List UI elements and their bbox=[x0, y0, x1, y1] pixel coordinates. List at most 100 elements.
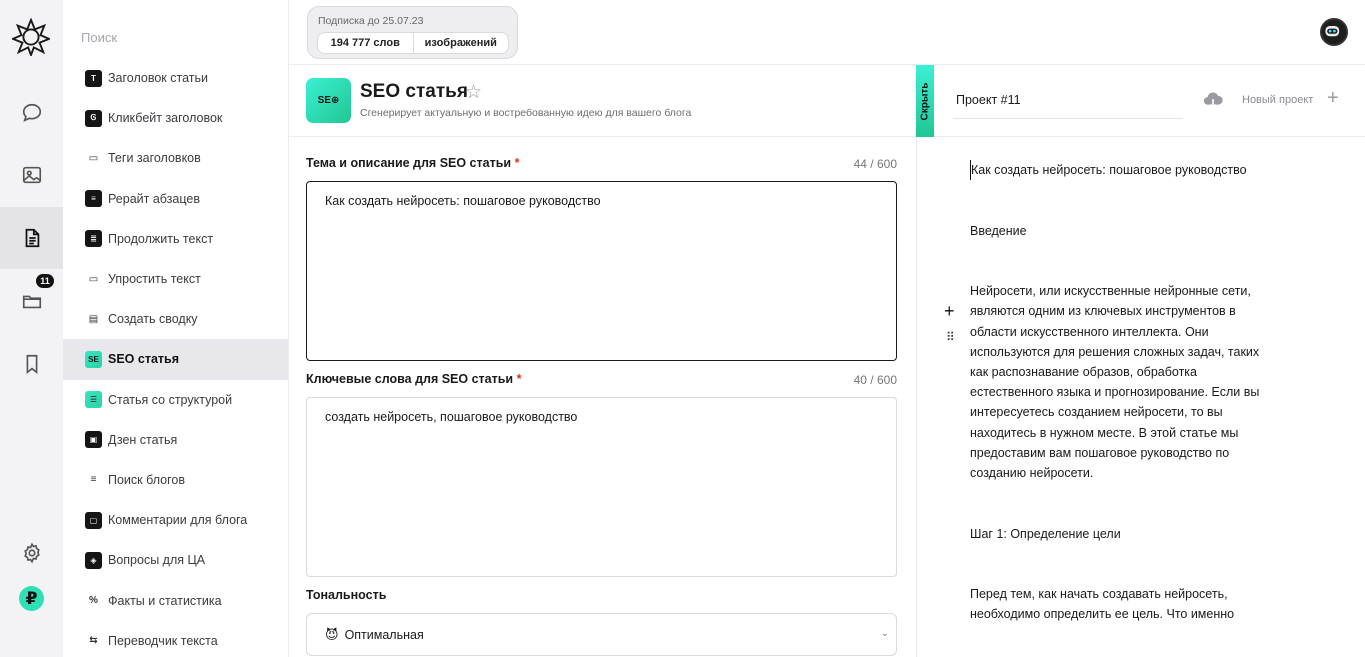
topic-label-text: Тема и описание для SEO статьи bbox=[306, 156, 512, 170]
clickbait-icon: Ꮆ bbox=[85, 109, 102, 127]
avatar[interactable] bbox=[1320, 18, 1348, 46]
drag-handle-icon[interactable]: ⠿ bbox=[946, 331, 955, 343]
images-balance: изображений bbox=[412, 33, 509, 53]
tool-dzen-article[interactable]: ▣ Дзен статья bbox=[63, 420, 288, 460]
doc-paragraph: Введение bbox=[970, 223, 1027, 238]
search-input[interactable] bbox=[81, 30, 271, 45]
topic-counter: 44 / 600 bbox=[853, 157, 897, 171]
add-block-icon[interactable]: + bbox=[944, 302, 955, 320]
divider bbox=[289, 136, 916, 137]
tool-label: SEO статья bbox=[108, 352, 179, 367]
tool-label: Продолжить текст bbox=[108, 231, 214, 246]
tool-facts-statistics[interactable]: % Факты и статистика bbox=[63, 580, 288, 620]
seo-page-icon: SE⊕ bbox=[306, 78, 351, 123]
cloud-download-icon[interactable] bbox=[1202, 89, 1224, 111]
settings-nav-button[interactable] bbox=[0, 522, 63, 584]
folder-icon bbox=[22, 295, 41, 309]
doc-paragraph: Нейросети, или искусственные нейронные с… bbox=[970, 284, 1260, 481]
words-balance: 194 777 слов bbox=[330, 37, 400, 49]
doc-paragraph: Перед тем, как начать создавать нейросет… bbox=[970, 587, 1235, 622]
continue-icon: ≣ bbox=[85, 230, 102, 248]
tags-icon: ▭ bbox=[88, 152, 99, 164]
comments-icon: ▢ bbox=[85, 511, 102, 529]
chat-nav-button[interactable] bbox=[0, 82, 63, 144]
hide-panel-button[interactable]: Скрыть bbox=[916, 65, 934, 137]
subscription-balance: 194 777 слов изображений bbox=[317, 32, 509, 54]
topic-textarea[interactable]: Как создать нейросеть: пошаговое руковод… bbox=[306, 181, 897, 361]
plus-icon[interactable]: + bbox=[1327, 88, 1339, 108]
dzen-icon: ▣ bbox=[85, 431, 102, 449]
projects-count-badge: 11 bbox=[36, 274, 54, 288]
tone-label: Тональность bbox=[306, 588, 387, 602]
keywords-counter: 40 / 600 bbox=[853, 373, 897, 387]
blog-search-icon: ≡ bbox=[90, 474, 97, 486]
tool-create-summary[interactable]: ▤ Создать сводку bbox=[63, 299, 288, 339]
tool-seo-article[interactable]: SE SEO статья bbox=[63, 339, 288, 380]
bookmarks-nav-button[interactable] bbox=[0, 333, 63, 395]
document-panel: Проект #11 Новый проект + + ⠿ Как создат… bbox=[916, 65, 1365, 657]
logo-icon[interactable] bbox=[12, 18, 50, 56]
tools-sidebar: T Заголовок статьи Ꮆ Кликбейт заголовок ▭ Т… bbox=[63, 0, 289, 657]
translate-icon: ⇆ bbox=[89, 635, 98, 647]
required-marker: * bbox=[516, 372, 522, 386]
devil-icon: 😈 bbox=[325, 626, 339, 642]
divider bbox=[917, 136, 1365, 137]
keywords-textarea[interactable]: создать нейросеть, пошаговое руководство bbox=[306, 397, 897, 577]
keywords-label: Ключевые слова для SEO статьи * bbox=[306, 372, 521, 386]
chat-icon bbox=[22, 103, 41, 122]
structure-icon: ☰ bbox=[85, 391, 102, 409]
tool-label: Поиск блогов bbox=[108, 472, 185, 487]
topic-label: Тема и описание для SEO статьи * bbox=[306, 156, 519, 170]
tool-continue-text[interactable]: ≣ Продолжить текст bbox=[63, 219, 288, 259]
tone-value: Оптимальная bbox=[344, 627, 424, 642]
tool-label: Заголовок статьи bbox=[108, 71, 208, 86]
doc-paragraph: Как создать нейросеть: пошаговое руковод… bbox=[970, 160, 1270, 181]
icon-rail: 11 ₽ bbox=[0, 0, 63, 657]
tool-label: Переводчик текста bbox=[108, 633, 218, 648]
tool-rewrite-paragraphs[interactable]: ≡ Рерайт абзацев bbox=[63, 179, 288, 219]
subscription-card[interactable]: Подписка до 25.07.23 194 777 слов изобра… bbox=[307, 6, 518, 59]
balance-button[interactable]: ₽ bbox=[19, 586, 44, 611]
hide-label: Скрыть bbox=[919, 82, 931, 120]
image-icon bbox=[22, 166, 41, 184]
tool-label: Дзен статья bbox=[108, 432, 178, 447]
tool-audience-questions[interactable]: ◈ Вопросы для ЦА bbox=[63, 540, 288, 580]
tool-label: Статья со структурой bbox=[108, 392, 233, 407]
seo-icon: SE bbox=[85, 350, 102, 368]
main-form: SE⊕ SEO статья ☆ Сгенерирует актуальную … bbox=[289, 65, 916, 657]
page-subtitle: Сгенерирует актуальную и востребованную … bbox=[360, 107, 692, 119]
tool-blog-comments[interactable]: ▢ Комментарии для блога bbox=[63, 500, 288, 540]
percent-icon: % bbox=[89, 595, 98, 607]
keywords-label-text: Ключевые слова для SEO статьи bbox=[306, 372, 514, 386]
simplify-icon: ▭ bbox=[88, 273, 99, 285]
tool-label: Упростить текст bbox=[108, 272, 201, 287]
tool-simplify-text[interactable]: ▭ Упростить текст bbox=[63, 259, 288, 299]
tool-label: Создать сводку bbox=[108, 312, 198, 327]
robot-avatar-icon bbox=[1325, 26, 1340, 37]
tool-label: Факты и статистика bbox=[108, 593, 222, 608]
new-project-button[interactable]: Новый проект bbox=[1242, 94, 1313, 106]
required-marker: * bbox=[514, 156, 520, 170]
tool-label: Теги заголовков bbox=[108, 151, 201, 166]
doc-paragraph: Шаг 1: Определение цели bbox=[970, 526, 1121, 541]
bookmark-icon bbox=[26, 354, 37, 374]
title-icon: T bbox=[85, 69, 102, 87]
images-nav-button[interactable] bbox=[0, 144, 63, 206]
gear-icon bbox=[23, 542, 40, 564]
documents-nav-button[interactable] bbox=[0, 207, 63, 269]
rewrite-icon: ≡ bbox=[85, 190, 102, 208]
project-name-field[interactable]: Проект #11 bbox=[953, 85, 1183, 119]
questions-icon: ◈ bbox=[85, 551, 102, 569]
tool-structured-article[interactable]: ☰ Статья со структурой bbox=[63, 380, 288, 420]
tool-clickbait-title[interactable]: Ꮆ Кликбейт заголовок bbox=[63, 98, 288, 138]
tool-blog-search[interactable]: ≡ Поиск блогов bbox=[63, 460, 288, 500]
tool-title-tags[interactable]: ▭ Теги заголовков bbox=[63, 138, 288, 178]
tone-select[interactable]: 😈 Оптимальная ⌄ bbox=[306, 613, 897, 656]
document-editor[interactable]: Как создать нейросеть: пошаговое руковод… bbox=[970, 160, 1270, 657]
summary-icon: ▤ bbox=[88, 313, 99, 325]
tool-text-translator[interactable]: ⇆ Переводчик текста bbox=[63, 621, 288, 657]
tool-article-title[interactable]: T Заголовок статьи bbox=[63, 58, 288, 98]
tool-label: Рерайт абзацев bbox=[108, 191, 200, 206]
tool-label: Вопросы для ЦА bbox=[108, 553, 206, 568]
star-icon[interactable]: ☆ bbox=[465, 81, 482, 104]
